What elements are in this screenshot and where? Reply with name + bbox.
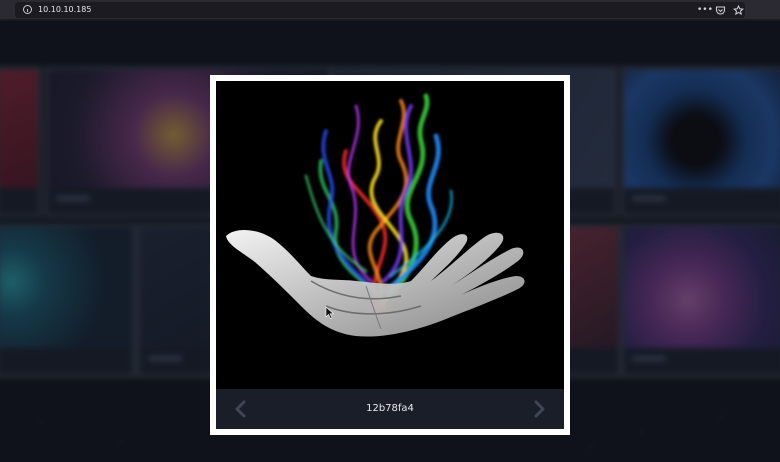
address-bar[interactable]: 10.10.10.185: [15, 2, 745, 18]
url-text[interactable]: 10.10.10.185: [38, 4, 91, 16]
more-icon[interactable]: •••: [697, 5, 713, 16]
browser-toolbar: 10.10.10.185 •••: [0, 0, 780, 20]
address-bar-actions: •••: [697, 2, 745, 18]
info-icon[interactable]: [23, 5, 32, 14]
chevron-right-icon[interactable]: [530, 400, 548, 418]
lightbox-image: [216, 81, 564, 389]
lightbox-caption: 12b78fa4: [366, 403, 414, 414]
bookmark-star-icon[interactable]: [732, 4, 745, 16]
image-lightbox: 12b78fa4: [210, 75, 570, 435]
lightbox-caption-bar: 12b78fa4: [216, 389, 564, 429]
pocket-icon[interactable]: [715, 5, 726, 16]
